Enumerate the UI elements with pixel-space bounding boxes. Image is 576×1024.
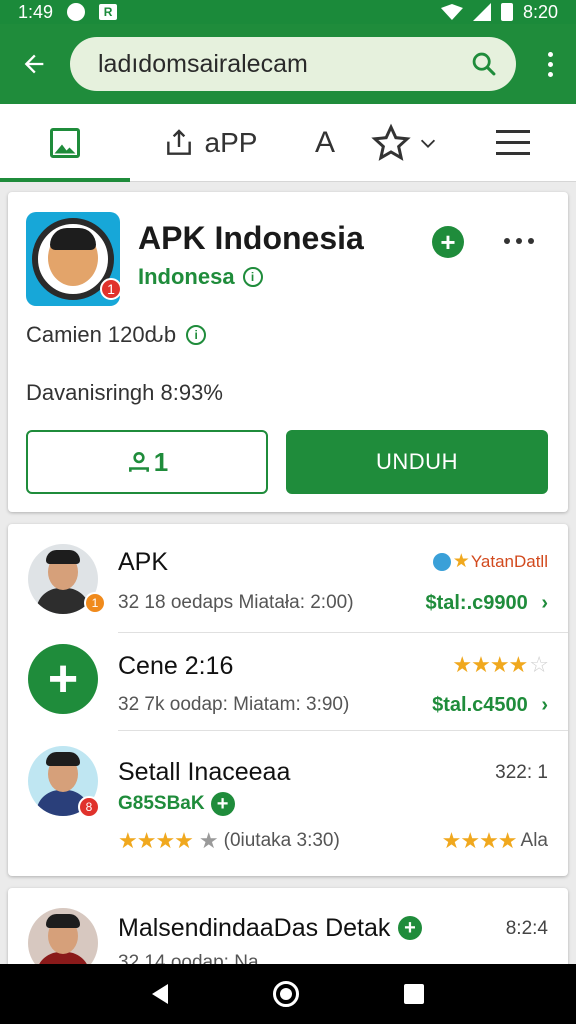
list-item-tag-label: YatanDatll [470,551,548,571]
list-item-meta: 32 18 oedaps Miatała: 2:00) [118,592,354,613]
list-item-tag: G85SBaK + [118,792,235,816]
chevron-right-icon: › [541,694,548,716]
search-input[interactable]: ladıdomsairalecam [98,50,468,79]
app-progress-text: Davanisringh 8:93% [26,380,223,405]
star-icon: ★ [452,551,470,572]
search-bar[interactable]: ladıdomsairalecam [70,37,516,91]
image-icon [50,127,80,158]
more-options-icon[interactable] [538,44,562,84]
status-time: 1:49 [18,1,54,22]
user-icon [128,452,149,472]
more-options-icon[interactable] [504,238,534,244]
list-item-price-label: $tal.c4500 [432,694,528,716]
app-stat-label: Camien 120ԃb [26,322,177,347]
avatar-badge: 8 [78,796,100,818]
back-arrow-icon[interactable] [14,44,54,84]
list-item-meta: 32 7k oodap: Miatam: 3:90) [118,694,350,715]
logo-badge: 1 [100,278,120,300]
users-button[interactable]: 1 [26,430,268,494]
notification-icon: R [99,4,118,20]
rating-stars-empty: ★ [198,828,219,853]
app-stat: Camien 120ԃb i [26,322,207,348]
info-icon: i [186,325,207,345]
chevron-right-icon: › [541,592,548,614]
add-app-icon: + [28,644,98,714]
rating-stars-filled: ★★★★ [118,828,194,853]
share-icon [166,128,191,155]
list-item-price-label: $tal:.c9900 [425,592,528,614]
list-item-side-value: 8:2:4 [505,918,548,939]
search-icon[interactable] [468,48,500,80]
list-item-title: Setall Inaceeaa [118,758,291,786]
status-clock: 8:20 [522,1,558,22]
app-developer[interactable]: Indonesa i [138,264,263,290]
list-item-tag-label: G85SBaK [118,793,205,814]
app-developer-label: Indonesa [138,264,235,289]
system-nav-bar [0,964,576,1024]
list-item-meta: (0iutaka 3:30) [223,830,340,851]
users-button-count: 1 [153,446,169,477]
rating-row: ★★★★ ★ (0iutaka 3:30) [118,828,340,854]
app-logo: 1 [26,212,120,306]
nav-back-icon[interactable] [152,984,169,1004]
app-bar: ladıdomsairalecam [0,24,576,104]
avatar-badge: 1 [84,592,106,614]
battery-icon [500,3,513,21]
wifi-icon [440,4,463,20]
location-icon [67,3,86,21]
list-item[interactable]: + Cene 2:16 32 7k oodap: Miatam: 3:90) ★… [8,632,568,742]
tab-favorites[interactable] [360,104,450,182]
tab-a-label: A [314,125,335,159]
list-item-side-value: 322: 1 [495,762,548,783]
add-icon[interactable]: + [398,916,422,940]
featured-app-card: 1 APK Indonesia Indonesa i + Camien 120ԃ… [8,192,568,512]
signal-icon [472,3,491,21]
app-list-card: 1 APK 32 18 oedaps Miatała: 2:00) ★ Yata… [8,524,568,876]
list-item-title: MalsendindaaDas Detak [118,914,391,942]
list-item-title: Cene 2:16 [118,652,234,680]
menu-icon [496,130,530,155]
status-bar: 1:49 R 8:20 [0,0,576,24]
rating-stars: ★★★★ ☆ [452,652,549,678]
list-item-tag: ★ YatanDatll [432,550,548,573]
chevron-down-icon [420,139,436,148]
download-button[interactable]: UNDUH [286,430,548,494]
tab-bar: aPP A [0,104,576,182]
list-item-title: APK [118,548,169,576]
tab-app[interactable]: aPP [130,104,290,182]
tab-app-label: aPP [204,126,258,158]
nav-recent-apps-icon[interactable] [403,984,424,1004]
list-item-price: $tal:.c9900 › [425,592,548,615]
list-item[interactable]: 1 APK 32 18 oedaps Miatała: 2:00) ★ Yata… [8,534,568,644]
tab-a[interactable]: A [290,104,360,182]
add-icon[interactable]: + [210,792,235,816]
rating-stars-filled: ★★★★ [441,828,518,853]
rating-stars-filled: ★★★★ [452,652,528,677]
app-title: APK Indonesia [138,220,364,256]
rating-stars-empty: ☆ [529,652,549,677]
list-item-right-label: Ala [520,830,548,851]
list-item-price: $tal.c4500 › [432,694,548,717]
star-icon [371,123,411,161]
tab-images[interactable] [0,104,130,182]
nav-home-icon[interactable] [272,981,299,1007]
list-item[interactable]: 8 Setall Inaceeaa G85SBaK + 322: 1 ★★★★ ★… [8,734,568,874]
info-icon: i [242,267,263,287]
tab-menu[interactable] [450,104,576,182]
add-button[interactable]: + [432,226,464,258]
right-rating: ★★★★ Ala [442,828,548,854]
globe-icon [432,552,451,571]
